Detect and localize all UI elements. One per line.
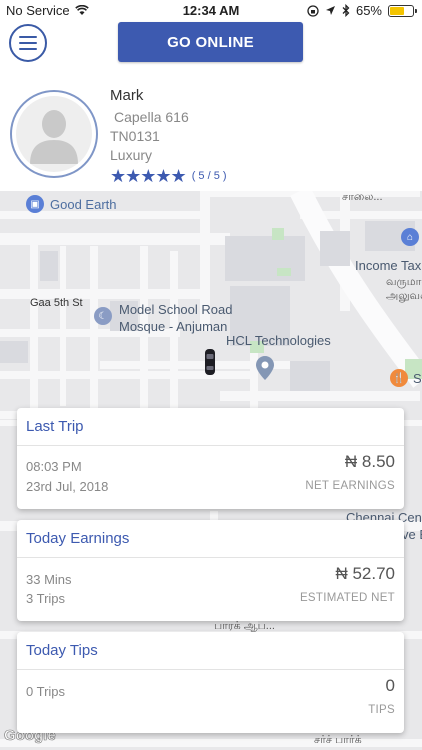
- map-label-saalai: சாலை...: [342, 191, 383, 203]
- star-rating-icon: ★★★★★: [110, 166, 187, 186]
- map-label-hcl: HCL Technologies: [226, 333, 331, 348]
- today-tips-trips: 0 Trips: [26, 684, 66, 699]
- map-label-gaa5th: Gaa 5th St: [30, 297, 83, 309]
- plate-number: TN0131: [110, 128, 160, 144]
- last-trip-amount: ₦ 8.50: [344, 452, 395, 471]
- last-trip-date: 23rd Jul, 2018: [26, 479, 109, 494]
- location-pin-icon[interactable]: [256, 356, 274, 380]
- rating-score: ( 5 / 5 ): [191, 170, 227, 182]
- driver-name: Mark: [110, 87, 144, 104]
- restaurant-pin-icon[interactable]: 🍴: [390, 369, 408, 387]
- car-category: Luxury: [110, 147, 153, 163]
- map-label-aluvalagam: அலுவல: [386, 290, 422, 302]
- location-arrow-icon: [325, 6, 335, 15]
- map-label-s-cut: S: [413, 371, 422, 386]
- bluetooth-icon: [342, 4, 350, 17]
- map-label-good-earth: Good Earth: [50, 197, 117, 212]
- map-label-income-tax: Income Tax: [355, 258, 422, 273]
- today-earnings-trips: 3 Trips: [26, 591, 66, 606]
- car-model: Capella 616: [114, 109, 189, 125]
- last-trip-time: 08:03 PM: [26, 459, 82, 474]
- status-bar: No Service 12:34 AM 65%: [0, 0, 422, 22]
- user-silhouette-icon: [30, 110, 78, 164]
- today-tips-title: Today Tips: [26, 642, 98, 659]
- map-label-mosque-line1: Model School Road: [119, 302, 233, 317]
- today-earnings-amount: ₦ 52.70: [335, 564, 395, 583]
- battery-percent: 65%: [355, 3, 382, 18]
- mosque-pin-icon[interactable]: ☾: [94, 307, 112, 325]
- last-trip-title: Last Trip: [26, 418, 84, 435]
- shopping-pin-icon[interactable]: ▣: [26, 195, 44, 213]
- landmark-pin-icon[interactable]: ⌂: [401, 228, 419, 246]
- today-earnings-card[interactable]: Today Earnings 33 Mins 3 Trips ₦ 52.70 E…: [17, 520, 404, 621]
- rating: ★★★★★ ( 5 / 5 ): [110, 167, 227, 186]
- lock-rotation-icon: [307, 4, 319, 17]
- go-online-button[interactable]: GO ONLINE: [118, 22, 303, 62]
- car-marker-icon: [205, 349, 215, 375]
- battery-icon: [388, 4, 417, 17]
- map-label-chennai-2: ve B: [402, 527, 422, 542]
- today-earnings-title: Today Earnings: [26, 530, 130, 547]
- last-trip-caption: NET EARNINGS: [305, 480, 395, 492]
- menu-button[interactable]: [9, 24, 47, 62]
- map-label-sarch: சர்ச் பார்க்: [314, 734, 362, 746]
- card-divider: [17, 557, 404, 558]
- today-tips-caption: TIPS: [368, 704, 395, 716]
- hamburger-icon: [19, 36, 37, 38]
- map-label-mosque-line2: Mosque - Anjuman: [119, 319, 228, 334]
- today-earnings-caption: ESTIMATED NET: [299, 592, 395, 604]
- today-tips-card[interactable]: Today Tips 0 Trips 0 TIPS: [17, 632, 404, 733]
- driver-info: Mark Capella 616 TN0131 Luxury ★★★★★ ( 5…: [110, 86, 227, 186]
- map-label-varumana: வருமான: [386, 276, 422, 288]
- card-divider: [17, 445, 404, 446]
- today-earnings-duration: 33 Mins: [26, 572, 72, 587]
- last-trip-card[interactable]: Last Trip 08:03 PM 23rd Jul, 2018 ₦ 8.50…: [17, 408, 404, 509]
- card-divider: [17, 669, 404, 670]
- avatar[interactable]: [10, 90, 98, 178]
- today-tips-amount: 0: [385, 676, 395, 695]
